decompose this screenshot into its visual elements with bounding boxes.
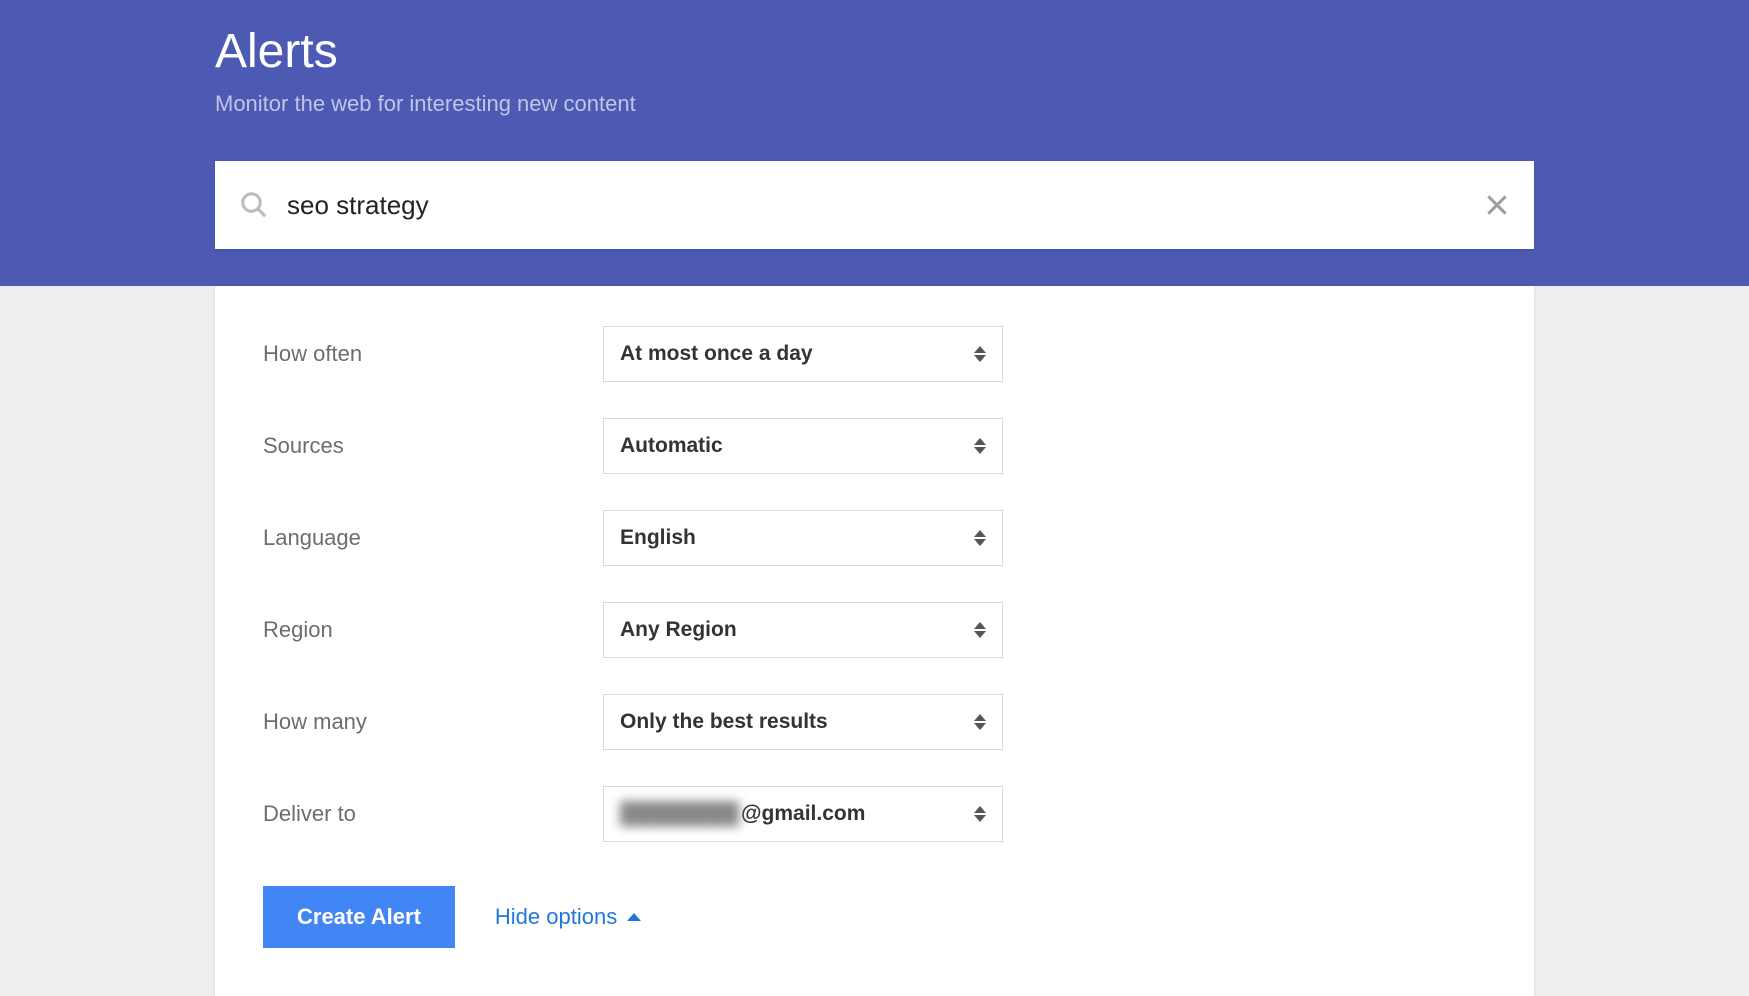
select-value: Only the best results — [620, 710, 828, 734]
options-panel: How often At most once a day Sources Aut… — [215, 286, 1534, 996]
page-subtitle: Monitor the web for interesting new cont… — [215, 91, 1534, 117]
hide-options-label: Hide options — [495, 904, 617, 930]
row-sources: Sources Automatic — [263, 418, 1486, 474]
select-value: ████████@gmail.com — [620, 802, 865, 826]
sort-arrows-icon — [974, 714, 986, 730]
label-deliver-to: Deliver to — [263, 801, 603, 827]
create-alert-button[interactable]: Create Alert — [263, 886, 455, 948]
page-title: Alerts — [215, 24, 1534, 79]
search-container — [215, 161, 1534, 249]
email-local-part: ████████ — [620, 802, 739, 826]
email-domain: @gmail.com — [741, 802, 865, 825]
row-language: Language English — [263, 510, 1486, 566]
label-region: Region — [263, 617, 603, 643]
search-input[interactable] — [287, 190, 1484, 221]
caret-up-icon — [627, 913, 641, 921]
sort-arrows-icon — [974, 530, 986, 546]
row-how-many: How many Only the best results — [263, 694, 1486, 750]
sort-arrows-icon — [974, 622, 986, 638]
select-value: Any Region — [620, 618, 737, 642]
select-sources[interactable]: Automatic — [603, 418, 1003, 474]
label-sources: Sources — [263, 433, 603, 459]
row-how-often: How often At most once a day — [263, 326, 1486, 382]
select-value: Automatic — [620, 434, 723, 458]
sort-arrows-icon — [974, 346, 986, 362]
header: Alerts Monitor the web for interesting n… — [0, 0, 1749, 286]
row-region: Region Any Region — [263, 602, 1486, 658]
search-icon — [239, 190, 269, 220]
label-how-often: How often — [263, 341, 603, 367]
hide-options-link[interactable]: Hide options — [495, 904, 641, 930]
sort-arrows-icon — [974, 438, 986, 454]
row-deliver-to: Deliver to ████████@gmail.com — [263, 786, 1486, 842]
select-deliver-to[interactable]: ████████@gmail.com — [603, 786, 1003, 842]
select-region[interactable]: Any Region — [603, 602, 1003, 658]
select-how-many[interactable]: Only the best results — [603, 694, 1003, 750]
select-language[interactable]: English — [603, 510, 1003, 566]
select-how-often[interactable]: At most once a day — [603, 326, 1003, 382]
close-icon[interactable] — [1484, 192, 1510, 218]
sort-arrows-icon — [974, 806, 986, 822]
select-value: At most once a day — [620, 342, 813, 366]
actions-row: Create Alert Hide options — [263, 886, 1486, 948]
select-value: English — [620, 526, 696, 550]
label-how-many: How many — [263, 709, 603, 735]
label-language: Language — [263, 525, 603, 551]
